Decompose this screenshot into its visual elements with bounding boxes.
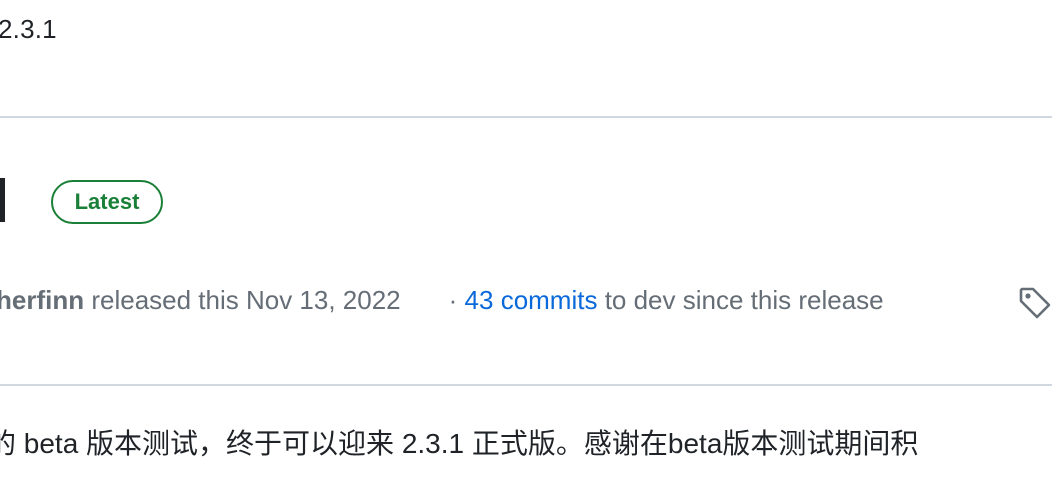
divider — [0, 116, 1052, 118]
author-link[interactable]: herfinn — [0, 285, 84, 315]
release-notes-text: 的 beta 版本测试，终于可以迎来 2.3.1 正式版。感谢在beta版本测试… — [0, 428, 919, 459]
release-date: released this Nov 13, 2022 — [84, 285, 401, 315]
release-title-fragment — [0, 178, 5, 222]
latest-badge: Latest — [51, 180, 163, 224]
divider — [0, 384, 1052, 386]
commits-prefix: · — [448, 285, 465, 315]
release-meta: herfinn released this Nov 13, 2022 · 43 c… — [0, 282, 884, 318]
commits-suffix: to dev since this release — [597, 285, 884, 315]
release-version-text: 2.3.1 — [0, 14, 57, 44]
release-page: 2.3.1 Latest herfinn released this Nov 1… — [0, 0, 1052, 478]
tag-icon[interactable] — [1018, 286, 1052, 320]
commits-link[interactable]: 43 commits — [465, 285, 598, 315]
